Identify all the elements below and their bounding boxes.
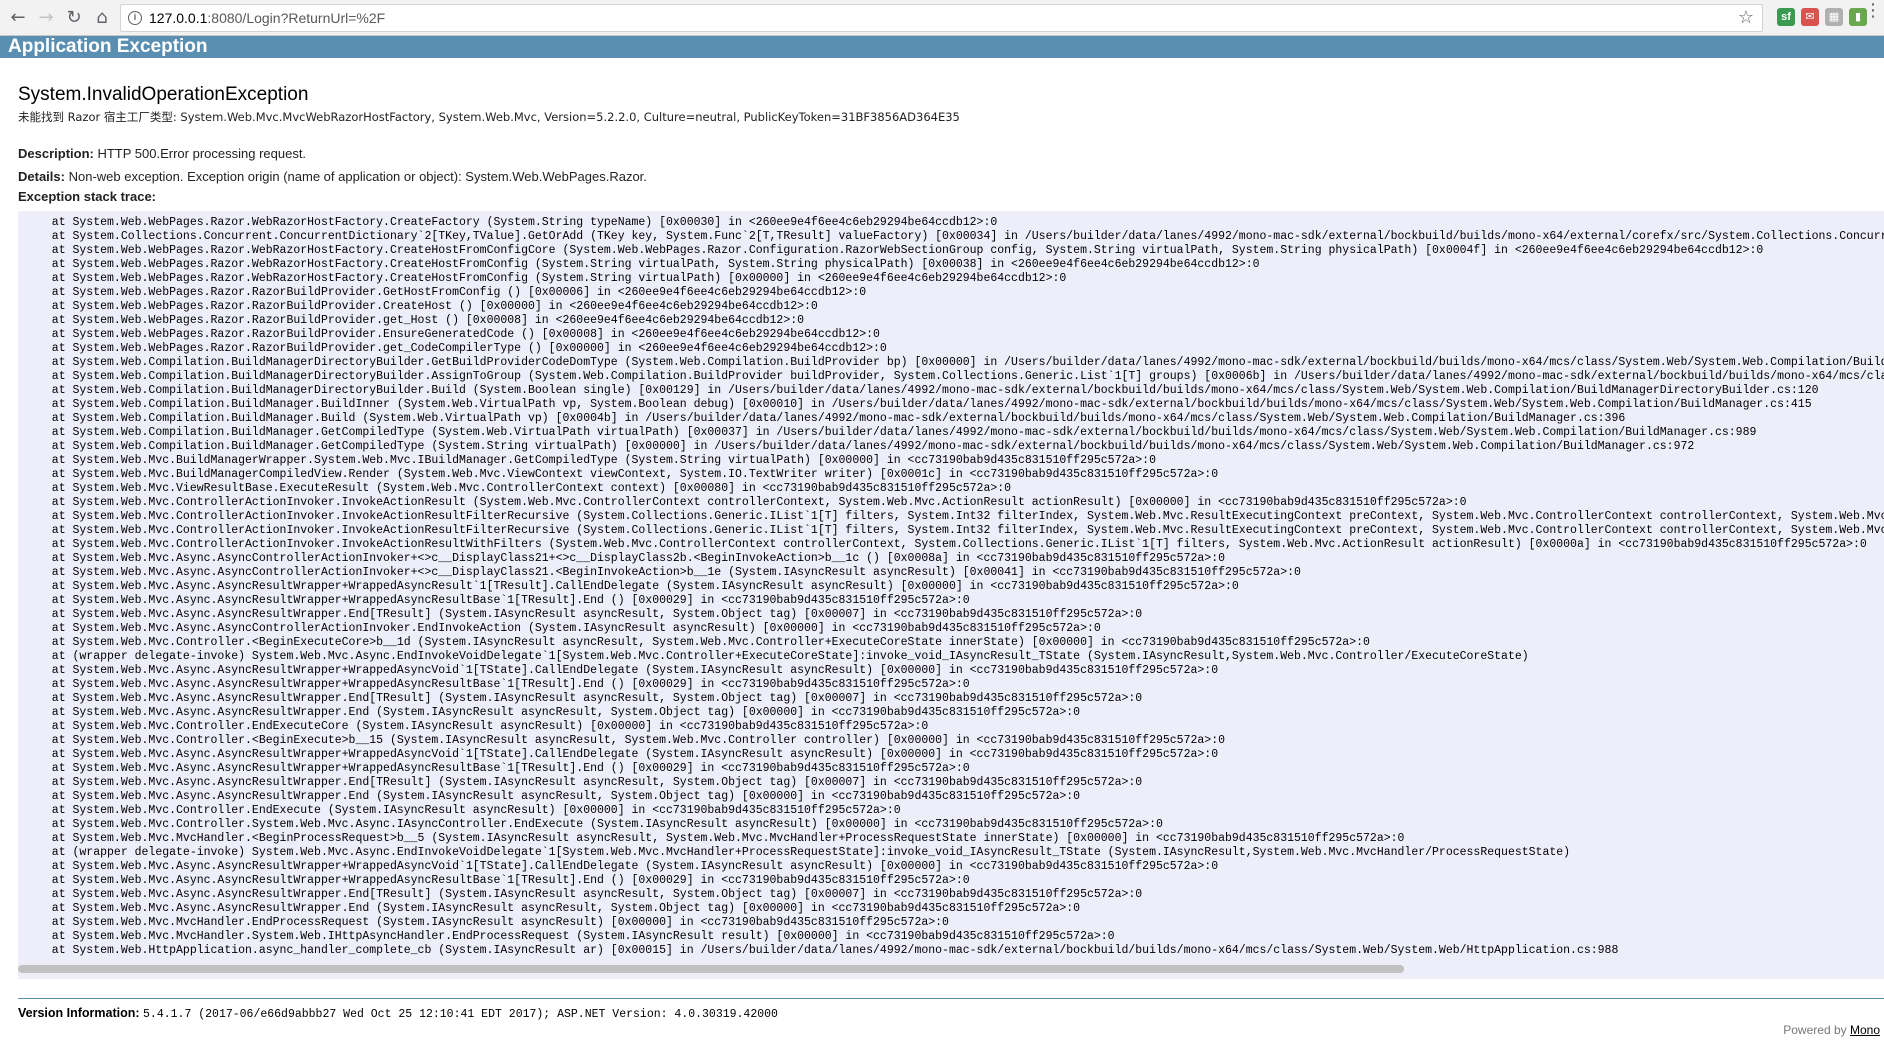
version-value: 5.4.1.7 (2017-06/e66d9abbb27 Wed Oct 25 … (143, 1008, 778, 1021)
menu-dots-icon[interactable]: ⋮ (1864, 1, 1882, 19)
exception-type: System.InvalidOperationException (18, 84, 309, 105)
divider (18, 998, 1884, 999)
mail-extension-icon[interactable]: ✉ (1801, 8, 1819, 26)
stack-trace-heading: Exception stack trace: (18, 189, 157, 204)
stack-trace-text: at System.Web.WebPages.Razor.WebRazorHos… (51, 216, 1884, 957)
powered-by: Powered by Mono (1783, 1023, 1880, 1037)
details-value: Non-web exception. Exception origin (nam… (68, 169, 647, 184)
forward-icon[interactable]: → (34, 6, 58, 30)
page-header: Application Exception (0, 36, 1884, 58)
sf-extension-icon[interactable]: sf (1777, 8, 1795, 26)
browser-toolbar: ← → ↻ ⌂ i 127.0.0.1:8080/Login?ReturnUrl… (0, 0, 1884, 36)
description-label: Description: (18, 146, 94, 161)
stack-trace-box[interactable]: at System.Web.WebPages.Razor.WebRazorHos… (18, 211, 1884, 979)
version-info: Version Information: 5.4.1.7 (2017-06/e6… (18, 1006, 778, 1021)
address-bar[interactable]: i 127.0.0.1:8080/Login?ReturnUrl=%2F ☆ (120, 4, 1763, 32)
details-row: Details: Non-web exception. Exception or… (18, 169, 647, 184)
details-label: Details: (18, 169, 65, 184)
description-row: Description: HTTP 500.Error processing r… (18, 146, 306, 161)
reload-icon[interactable]: ↻ (62, 6, 86, 30)
back-icon[interactable]: ← (6, 6, 30, 30)
grid-extension-icon[interactable]: ▦ (1825, 8, 1843, 26)
powered-by-text: Powered by (1783, 1023, 1847, 1037)
address-url[interactable]: 127.0.0.1:8080/Login?ReturnUrl=%2F (149, 10, 385, 26)
mono-link[interactable]: Mono (1850, 1023, 1880, 1037)
description-value: HTTP 500.Error processing request. (97, 146, 307, 161)
exception-message: 未能找到 Razor 宿主工厂类型: System.Web.Mvc.MvcWeb… (18, 110, 960, 124)
home-icon[interactable]: ⌂ (90, 6, 114, 30)
bookmark-star-icon[interactable]: ☆ (1738, 7, 1754, 28)
site-info-icon[interactable]: i (128, 11, 142, 25)
version-label: Version Information: (18, 1006, 140, 1020)
horizontal-scrollbar[interactable] (18, 965, 1404, 973)
